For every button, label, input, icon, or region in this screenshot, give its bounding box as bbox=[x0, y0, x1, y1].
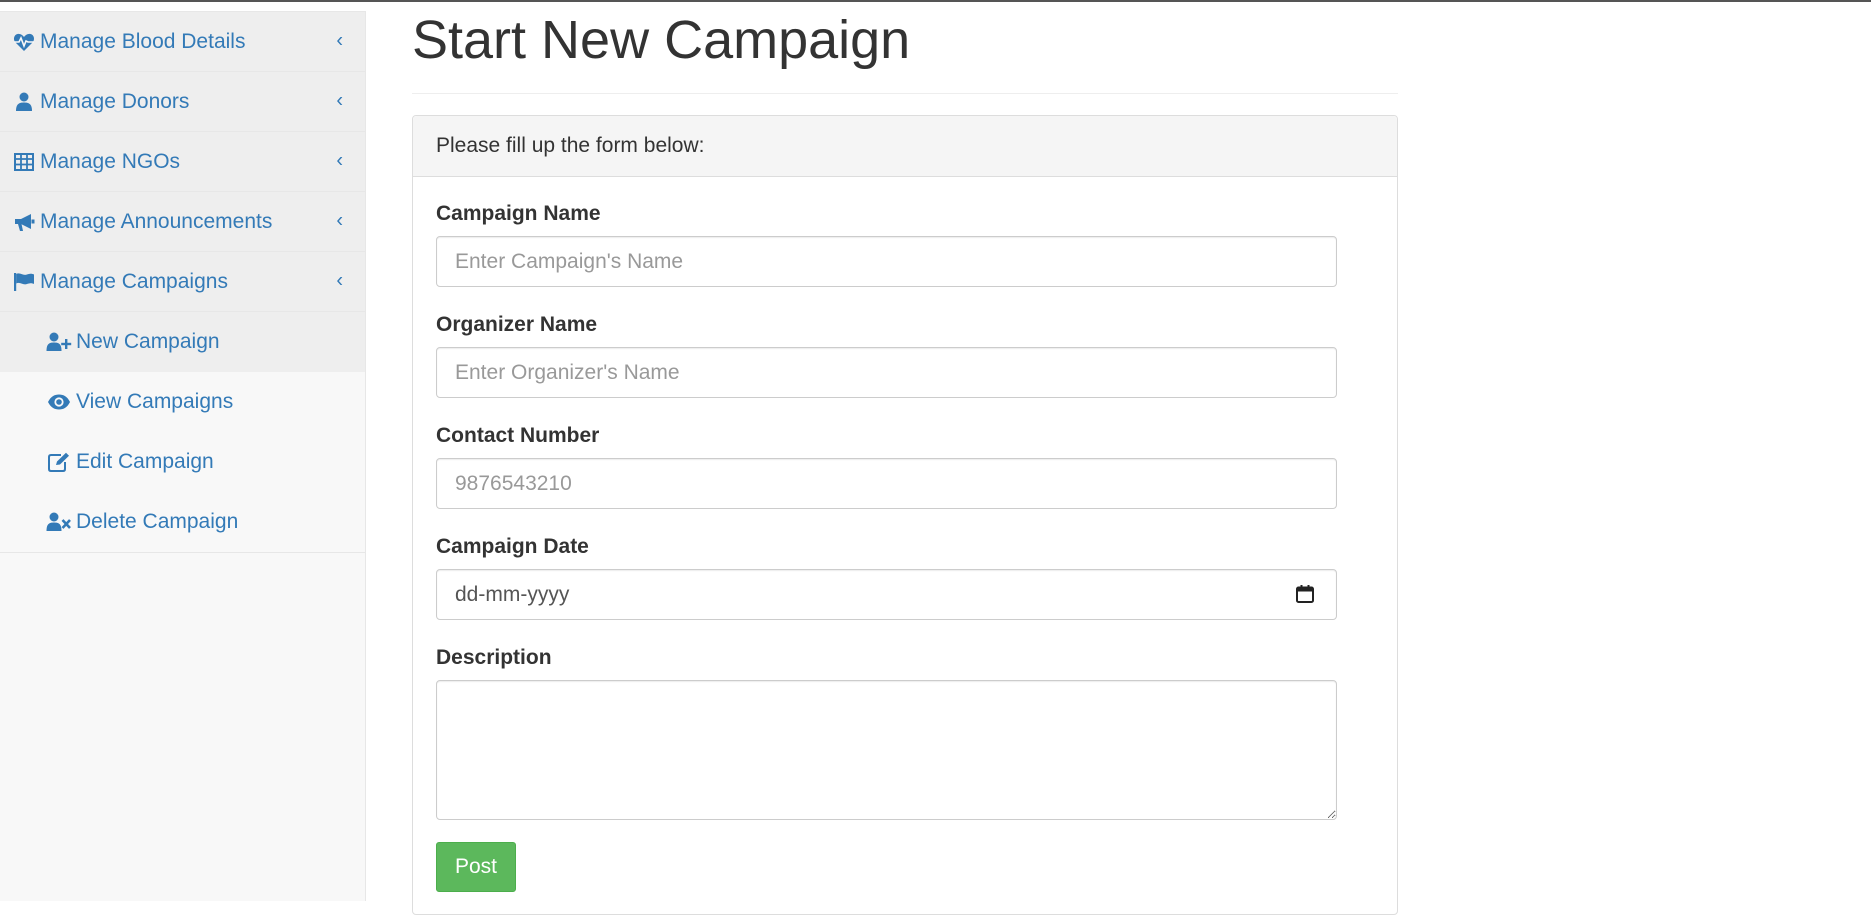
sidebar-item-label: Manage Donors bbox=[40, 89, 190, 113]
organizer-name-group: Organizer Name bbox=[436, 312, 1397, 398]
contact-number-label: Contact Number bbox=[436, 424, 600, 447]
sidebar-menu: Manage Blood Details ‹ Manage Donors ‹ M… bbox=[0, 11, 365, 553]
submenu-item-label: View Campaigns bbox=[76, 390, 234, 413]
submenu-item-delete-campaign[interactable]: Delete Campaign bbox=[0, 492, 365, 552]
campaign-name-group: Campaign Name bbox=[436, 201, 1397, 287]
campaigns-submenu: New Campaign View Campaigns Edit Campaig… bbox=[0, 312, 365, 553]
description-textarea[interactable] bbox=[436, 680, 1337, 820]
user-icon bbox=[13, 91, 35, 113]
description-label: Description bbox=[436, 646, 552, 669]
sidebar-item-manage-ngos[interactable]: Manage NGOs ‹ bbox=[0, 132, 365, 192]
user-plus-icon bbox=[46, 331, 72, 353]
bullhorn-icon bbox=[13, 211, 35, 233]
submenu-item-view-campaigns[interactable]: View Campaigns bbox=[0, 372, 365, 432]
chevron-left-icon: ‹ bbox=[336, 148, 343, 171]
campaign-name-label: Campaign Name bbox=[436, 202, 601, 225]
form-panel: Please fill up the form below: Campaign … bbox=[412, 115, 1398, 915]
flag-icon bbox=[13, 271, 35, 293]
sidebar-item-manage-blood-details[interactable]: Manage Blood Details ‹ bbox=[0, 12, 365, 72]
submenu-item-label: Edit Campaign bbox=[76, 450, 214, 473]
campaign-date-input[interactable]: dd-mm-yyyy bbox=[436, 569, 1337, 620]
sidebar: Manage Blood Details ‹ Manage Donors ‹ M… bbox=[0, 11, 366, 901]
organizer-name-label: Organizer Name bbox=[436, 313, 598, 336]
calendar-icon[interactable] bbox=[1295, 584, 1315, 604]
campaign-date-placeholder: dd-mm-yyyy bbox=[455, 582, 570, 606]
submenu-item-new-campaign[interactable]: New Campaign bbox=[0, 312, 365, 372]
description-group: Description bbox=[436, 645, 1397, 820]
sidebar-item-label: Manage Blood Details bbox=[40, 29, 246, 53]
heartbeat-icon bbox=[13, 31, 35, 53]
sidebar-item-manage-campaigns[interactable]: Manage Campaigns ‹ bbox=[0, 252, 365, 312]
chevron-left-icon: ‹ bbox=[336, 208, 343, 231]
campaign-form: Campaign Name Organizer Name Contact Num… bbox=[436, 201, 1397, 892]
chevron-left-icon: ‹ bbox=[336, 88, 343, 111]
post-button[interactable]: Post bbox=[436, 842, 516, 892]
user-times-icon bbox=[46, 511, 72, 533]
campaign-date-label: Campaign Date bbox=[436, 535, 589, 558]
sidebar-item-label: Manage Campaigns bbox=[40, 269, 228, 293]
organizer-name-input[interactable] bbox=[436, 347, 1337, 398]
campaign-date-wrapper: dd-mm-yyyy bbox=[436, 569, 1337, 620]
edit-icon bbox=[46, 451, 72, 473]
sidebar-item-label: Manage NGOs bbox=[40, 149, 181, 173]
sidebar-item-manage-donors[interactable]: Manage Donors ‹ bbox=[0, 72, 365, 132]
sidebar-item-manage-announcements[interactable]: Manage Announcements ‹ bbox=[0, 192, 365, 252]
submenu-item-edit-campaign[interactable]: Edit Campaign bbox=[0, 432, 365, 492]
chevron-left-icon: ‹ bbox=[336, 268, 343, 291]
sidebar-item-label: Manage Announcements bbox=[40, 209, 273, 233]
panel-heading: Please fill up the form below: bbox=[413, 116, 1397, 177]
panel-body: Campaign Name Organizer Name Contact Num… bbox=[413, 177, 1397, 892]
page-title: Start New Campaign bbox=[412, 0, 1398, 94]
chevron-left-icon: ‹ bbox=[336, 28, 343, 51]
table-icon bbox=[13, 151, 35, 173]
eye-icon bbox=[46, 391, 72, 413]
contact-number-input[interactable] bbox=[436, 458, 1337, 509]
campaign-date-group: Campaign Date dd-mm-yyyy bbox=[436, 534, 1397, 620]
submenu-item-label: New Campaign bbox=[76, 330, 220, 353]
campaign-name-input[interactable] bbox=[436, 236, 1337, 287]
contact-number-group: Contact Number bbox=[436, 423, 1397, 509]
main-content: Start New Campaign Please fill up the fo… bbox=[412, 0, 1398, 915]
submenu-item-label: Delete Campaign bbox=[76, 510, 239, 533]
